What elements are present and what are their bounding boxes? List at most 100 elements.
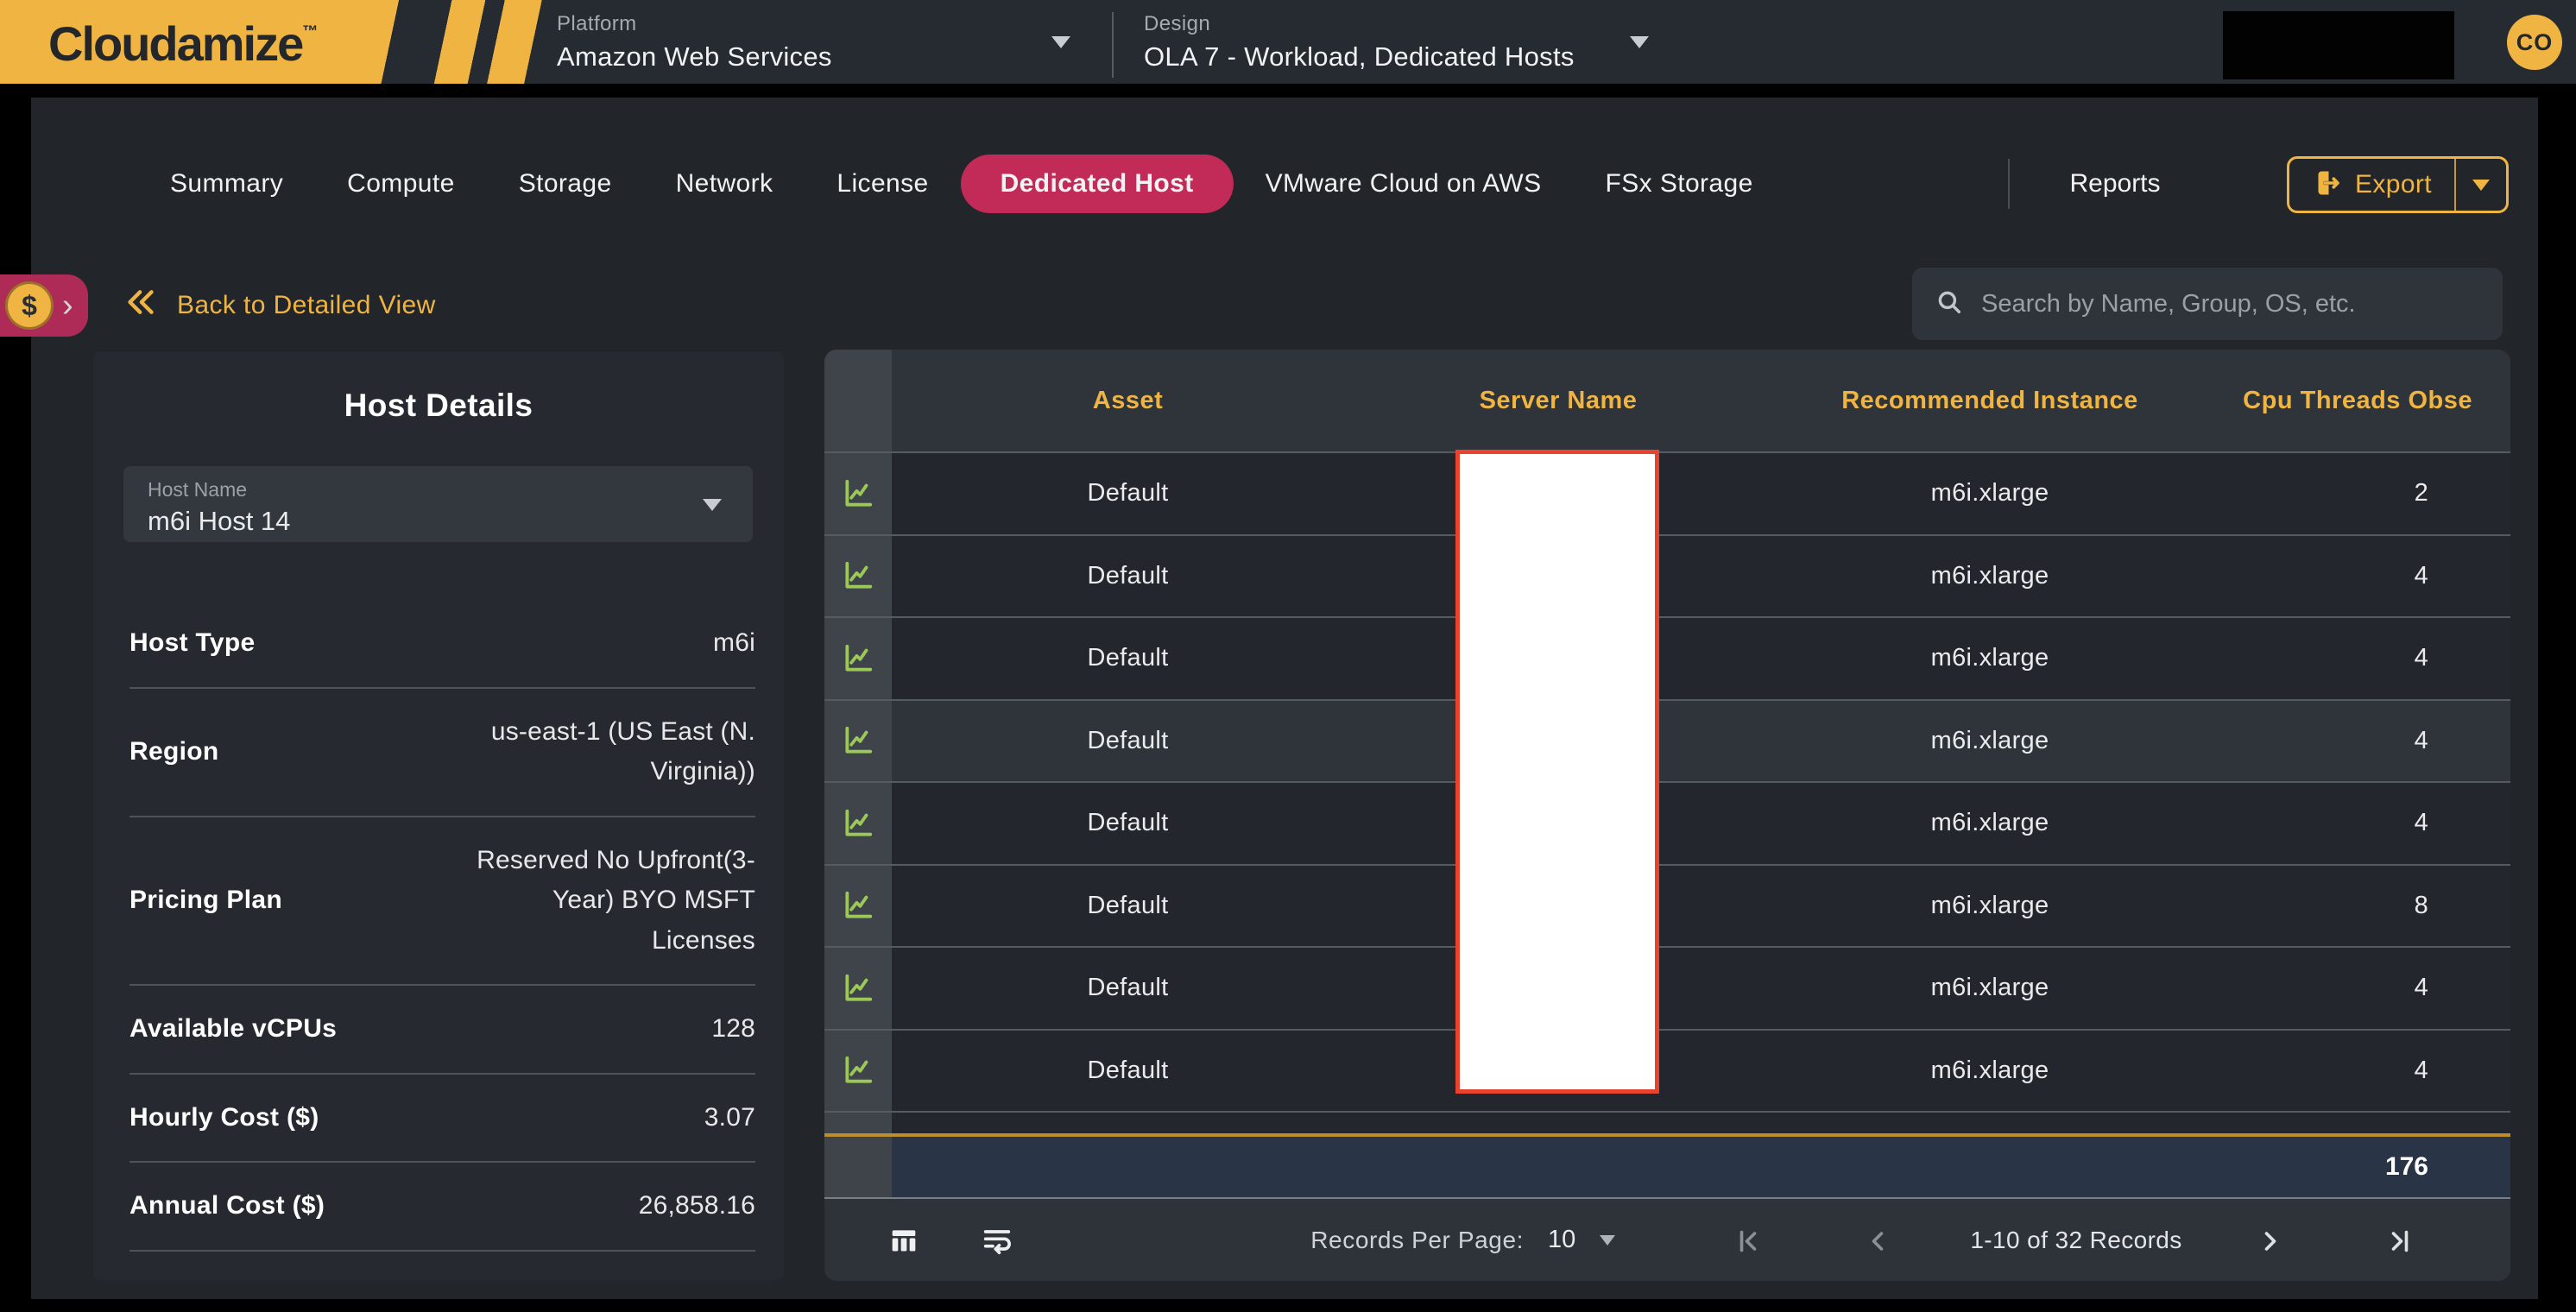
table-row[interactable]: Default m6i.xlarge 4 bbox=[824, 1029, 2510, 1112]
tab-storage[interactable]: Storage bbox=[487, 169, 644, 199]
design-label: Design bbox=[1144, 12, 1575, 36]
tab-network[interactable]: Network bbox=[644, 169, 805, 199]
field-hourly-cost: Hourly Cost ($) 3.07 bbox=[129, 1075, 755, 1164]
table-row[interactable]: Default m6i.xlarge 4 bbox=[824, 781, 2510, 864]
cell-asset: Default bbox=[892, 783, 1364, 864]
cell-asset: Default bbox=[892, 866, 1364, 947]
chevron-down-icon[interactable] bbox=[1600, 1235, 1615, 1246]
field-label: Pricing Plan bbox=[129, 886, 388, 915]
cell-recommended-instance: m6i.xlarge bbox=[1752, 618, 2227, 699]
field-label: Host Type bbox=[129, 628, 388, 658]
tab-license[interactable]: License bbox=[805, 169, 960, 199]
pagination-range-label: 1-10 of 32 Records bbox=[1938, 1227, 2214, 1254]
chevron-down-icon[interactable] bbox=[1630, 36, 1649, 48]
field-value: 3.07 bbox=[466, 1098, 755, 1139]
cell-cpu-threads: 4 bbox=[2227, 1031, 2510, 1112]
field-pricing-plan: Pricing Plan Reserved No Upfront(3-Year)… bbox=[129, 817, 755, 987]
search-box[interactable] bbox=[1912, 268, 2503, 340]
back-chevrons-icon bbox=[123, 285, 158, 326]
wrap-text-icon[interactable] bbox=[978, 1221, 1016, 1259]
field-annual-cost: Annual Cost ($) 26,858.16 bbox=[129, 1163, 755, 1252]
avatar[interactable]: CO bbox=[2507, 15, 2562, 70]
summary-empty bbox=[892, 1137, 1364, 1197]
cell-asset: Default bbox=[892, 453, 1364, 534]
cost-drawer-toggle[interactable]: $ › bbox=[0, 274, 88, 337]
table-gap-row bbox=[824, 1111, 2510, 1133]
field-label: Region bbox=[129, 737, 388, 766]
columns-icon[interactable] bbox=[885, 1221, 923, 1259]
brand-text: Cloudamize bbox=[48, 16, 302, 71]
back-link-label: Back to Detailed View bbox=[177, 291, 436, 320]
host-details-title: Host Details bbox=[93, 388, 784, 424]
platform-select[interactable]: Platform Amazon Web Services bbox=[557, 12, 832, 73]
tab-summary[interactable]: Summary bbox=[138, 169, 315, 199]
nav-divider bbox=[2008, 159, 2010, 209]
tab-compute[interactable]: Compute bbox=[315, 169, 487, 199]
host-details-card: Host Details Host Name m6i Host 14 Host … bbox=[93, 351, 784, 1280]
table-row[interactable]: Default m6i.xlarge 4 bbox=[824, 534, 2510, 617]
export-main[interactable]: Export bbox=[2289, 167, 2454, 203]
search-input[interactable] bbox=[1981, 290, 2480, 319]
column-header-recommended-instance[interactable]: Recommended Instance bbox=[1752, 350, 2227, 451]
column-header-server-name[interactable]: Server Name bbox=[1364, 350, 1752, 451]
servers-table-card: Asset Server Name Recommended Instance C… bbox=[824, 350, 2510, 1281]
host-name-select[interactable]: Host Name m6i Host 14 bbox=[123, 466, 753, 542]
table-row[interactable]: Default m6i.xlarge 8 bbox=[824, 864, 2510, 947]
row-chart-icon[interactable] bbox=[824, 701, 892, 782]
back-to-detailed-view-link[interactable]: Back to Detailed View bbox=[123, 285, 436, 326]
tab-reports[interactable]: Reports bbox=[2059, 155, 2171, 213]
export-dropdown-toggle[interactable] bbox=[2456, 180, 2506, 191]
icon-column-strip bbox=[824, 1113, 892, 1133]
column-header-asset[interactable]: Asset bbox=[892, 350, 1364, 451]
host-name-value: m6i Host 14 bbox=[148, 506, 290, 537]
export-icon bbox=[2312, 167, 2343, 203]
table-row[interactable]: Default m6i.xlarge 4 bbox=[824, 946, 2510, 1029]
column-header-cpu-threads[interactable]: Cpu Threads Obse bbox=[2227, 350, 2510, 451]
tab-dedicated-host[interactable]: Dedicated Host bbox=[961, 155, 1234, 213]
design-select[interactable]: Design OLA 7 - Workload, Dedicated Hosts bbox=[1144, 12, 1575, 73]
header-divider bbox=[1112, 12, 1114, 78]
cell-cpu-threads: 4 bbox=[2227, 618, 2510, 699]
summary-row: 176 bbox=[824, 1137, 2510, 1197]
previous-page-button[interactable] bbox=[1856, 1220, 1899, 1263]
field-value: 128 bbox=[466, 1009, 755, 1050]
table-row[interactable]: Default m6i.xlarge 4 bbox=[824, 616, 2510, 699]
last-page-button[interactable] bbox=[2378, 1220, 2421, 1263]
server-name-redaction-box bbox=[1455, 450, 1659, 1094]
next-page-button[interactable] bbox=[2249, 1220, 2292, 1263]
chevron-down-icon bbox=[2472, 180, 2490, 191]
cell-cpu-threads: 4 bbox=[2227, 701, 2510, 782]
brand-name: Cloudamize™ bbox=[48, 16, 318, 72]
records-per-page-label: Records Per Page: bbox=[1273, 1227, 1524, 1254]
tab-fsx-storage[interactable]: FSx Storage bbox=[1574, 169, 1785, 199]
cell-cpu-threads: 4 bbox=[2227, 783, 2510, 864]
row-chart-icon[interactable] bbox=[824, 453, 892, 534]
field-value: us-east-1 (US East (N. Virginia)) bbox=[466, 712, 755, 792]
records-per-page-select[interactable]: 10 bbox=[1548, 1226, 1575, 1254]
icon-column-header bbox=[824, 350, 892, 451]
host-fields: Host Type m6i Region us-east-1 (US East … bbox=[129, 600, 755, 1252]
cell-recommended-instance: m6i.xlarge bbox=[1752, 783, 2227, 864]
cell-asset: Default bbox=[892, 536, 1364, 617]
table-row[interactable]: Default m6i.xlarge 2 bbox=[824, 451, 2510, 534]
platform-label: Platform bbox=[557, 12, 832, 36]
chevron-down-icon[interactable] bbox=[1051, 36, 1070, 48]
cell-cpu-threads: 4 bbox=[2227, 948, 2510, 1029]
field-region: Region us-east-1 (US East (N. Virginia)) bbox=[129, 689, 755, 817]
row-chart-icon[interactable] bbox=[824, 783, 892, 864]
host-name-label: Host Name bbox=[148, 478, 247, 501]
app-header: Cloudamize™ Platform Amazon Web Services… bbox=[0, 0, 2576, 84]
row-chart-icon[interactable] bbox=[824, 1031, 892, 1112]
row-chart-icon[interactable] bbox=[824, 866, 892, 947]
row-chart-icon[interactable] bbox=[824, 948, 892, 1029]
table-row-selected[interactable]: Default m6i.xlarge 4 bbox=[824, 699, 2510, 782]
field-label: Annual Cost ($) bbox=[129, 1191, 388, 1221]
export-button[interactable]: Export bbox=[2287, 156, 2509, 213]
row-chart-icon[interactable] bbox=[824, 536, 892, 617]
cell-asset: Default bbox=[892, 701, 1364, 782]
export-button-divider bbox=[2454, 159, 2456, 211]
tab-vmware-cloud[interactable]: VMware Cloud on AWS bbox=[1234, 169, 1574, 199]
row-chart-icon[interactable] bbox=[824, 618, 892, 699]
field-value: Reserved No Upfront(3-Year) BYO MSFT Lic… bbox=[466, 841, 755, 962]
first-page-button[interactable] bbox=[1727, 1220, 1770, 1263]
